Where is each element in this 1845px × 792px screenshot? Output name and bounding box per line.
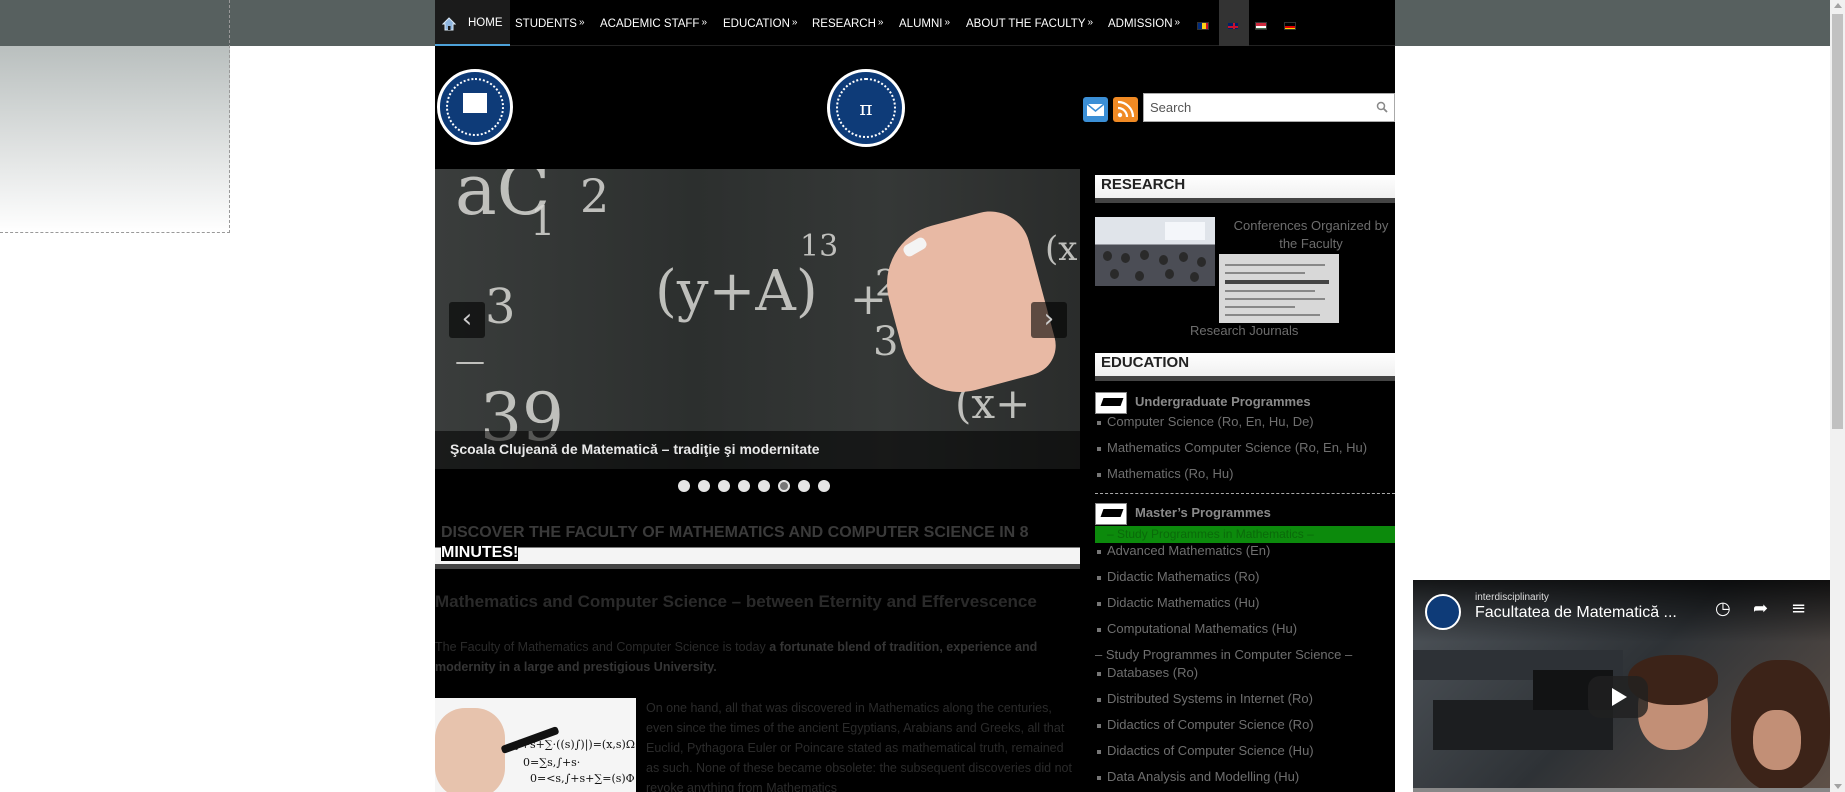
rss-icon[interactable] xyxy=(1113,97,1138,122)
nav-item-alumni[interactable]: ALUMNI» xyxy=(899,17,950,30)
slider-next-button[interactable]: › xyxy=(1031,302,1067,338)
search-input[interactable] xyxy=(1144,94,1359,121)
slide-caption[interactable]: Şcoala Clujeană de Matematică – tradiţie… xyxy=(450,441,820,457)
graduation-cap-icon xyxy=(1095,503,1127,525)
pi-symbol-icon: π xyxy=(859,96,873,120)
discover-heading[interactable]: DISCOVER THE FACULTY OF MATHEMATICS AND … xyxy=(441,523,1061,563)
article-paragraph-2: On one hand, all that was discovered in … xyxy=(646,701,1072,792)
slider-dot[interactable] xyxy=(738,480,750,492)
flag-de-icon[interactable] xyxy=(1284,22,1296,30)
nav-item-students[interactable]: STUDENTS» xyxy=(515,17,585,30)
slider-pagination xyxy=(678,479,838,492)
masters-math-subheading: – Study Programmes in Mathematics – xyxy=(1107,527,1314,541)
slider-prev-button[interactable]: ‹ xyxy=(449,302,485,338)
article-paragraph-1: The Faculty of Mathematics and Computer … xyxy=(435,640,1038,674)
scrollbar-thumb[interactable] xyxy=(1832,14,1843,429)
graduation-cap-icon xyxy=(1095,392,1127,414)
research-heading: RESEARCH xyxy=(1101,176,1186,193)
flag-hu-icon[interactable] xyxy=(1255,22,1267,30)
chevron-right-icon: » xyxy=(1174,17,1181,28)
play-button[interactable] xyxy=(1588,676,1648,718)
channel-logo[interactable] xyxy=(1425,594,1461,630)
education-heading: EDUCATION xyxy=(1101,354,1190,371)
scroll-up-arrow-icon[interactable] xyxy=(1834,3,1842,8)
slider-dot[interactable] xyxy=(678,480,690,492)
divider xyxy=(1095,493,1395,494)
link-research-journals[interactable]: Research Journals xyxy=(1190,323,1298,338)
masters-highlight-bar: – Study Programmes in Mathematics – xyxy=(1095,526,1395,543)
home-icon xyxy=(442,17,456,31)
nav-item-research[interactable]: RESEARCH» xyxy=(812,17,883,30)
chevron-right-icon: » xyxy=(791,17,798,28)
nav-label-home: HOME xyxy=(468,17,503,29)
research-widget: Conferences Organized by the Faculty Res… xyxy=(1095,208,1395,338)
link-conferences[interactable]: Conferences Organized by the Faculty xyxy=(1227,217,1395,253)
masters-item[interactable]: Computational Mathematics (Hu) xyxy=(1096,621,1297,636)
discover-heading-bar: DISCOVER THE FACULTY OF MATHEMATICS AND … xyxy=(435,520,1080,569)
page-container: HOME STUDENTS» ACADEMIC STAFF» EDUCATION… xyxy=(435,0,1395,792)
flag-ro-icon[interactable] xyxy=(1197,22,1209,30)
chevron-right-icon: » xyxy=(578,17,585,28)
article-image: ∫+s+∑·((s)∫)|)=(x,s)Ω 0=∑s,∫+s· 0=<s,∫+s… xyxy=(435,698,636,792)
masters-item[interactable]: Advanced Mathematics (En) xyxy=(1096,543,1270,558)
masters-item[interactable]: Didactic Mathematics (Hu) xyxy=(1096,595,1259,610)
video-title[interactable]: Facultatea de Matematică ... xyxy=(1475,604,1677,622)
share-icon[interactable]: ➦ xyxy=(1753,598,1768,619)
flag-en-icon[interactable] xyxy=(1227,22,1239,30)
faculty-logo[interactable]: π xyxy=(827,69,905,147)
conference-thumbnail[interactable] xyxy=(1095,217,1215,286)
scroll-down-arrow-icon[interactable] xyxy=(1834,784,1842,789)
video-progress-bar[interactable] xyxy=(1413,788,1830,792)
nav-item-home[interactable]: HOME xyxy=(435,0,510,46)
main-navigation: HOME STUDENTS» ACADEMIC STAFF» EDUCATION… xyxy=(435,0,1395,46)
undergraduate-heading[interactable]: Undergraduate Programmes xyxy=(1135,394,1311,409)
masters-heading[interactable]: Master’s Programmes xyxy=(1135,505,1271,520)
page-scrollbar[interactable] xyxy=(1830,0,1845,792)
slider-dot[interactable] xyxy=(798,480,810,492)
journal-thumbnail[interactable] xyxy=(1219,254,1339,323)
book-icon xyxy=(462,92,488,114)
chevron-right-icon: » xyxy=(1087,17,1094,28)
education-heading-bar: EDUCATION xyxy=(1095,353,1395,381)
dashed-placeholder-box xyxy=(0,0,230,233)
video-channel: interdisciplinarity xyxy=(1475,592,1549,603)
article-title: Mathematics and Computer Science – betwe… xyxy=(435,592,1037,611)
nav-item-admission[interactable]: ADMISSION» xyxy=(1108,17,1180,30)
clock-icon[interactable]: ◷ xyxy=(1715,598,1731,619)
cs-programmes-subheading: – Study Programmes in Computer Science – xyxy=(1095,647,1353,662)
masters-item[interactable]: Distributed Systems in Internet (Ro) xyxy=(1097,691,1313,706)
nav-item-about-the-faculty[interactable]: ABOUT THE FACULTY» xyxy=(966,17,1093,30)
search-icon[interactable] xyxy=(1376,101,1388,113)
masters-item[interactable]: Didactic Mathematics (Ro) xyxy=(1096,569,1259,584)
nav-item-academic-staff[interactable]: ACADEMIC STAFF» xyxy=(600,17,707,30)
play-icon xyxy=(1612,688,1627,706)
masters-item[interactable]: Data Analysis and Modelling (Hu) xyxy=(1096,769,1299,784)
video-player[interactable]: interdisciplinarity Facultatea de Matema… xyxy=(1413,580,1830,792)
chevron-right-icon: » xyxy=(944,17,951,28)
undergrad-item[interactable]: Mathematics Computer Science (Ro, En, Hu… xyxy=(1096,440,1367,455)
slider-dot[interactable] xyxy=(758,480,770,492)
chevron-right-icon: » xyxy=(701,17,708,28)
university-logo[interactable] xyxy=(437,69,513,145)
nav-item-education[interactable]: EDUCATION» xyxy=(723,17,797,30)
playlist-icon[interactable]: ≡ xyxy=(1791,598,1806,619)
image-slider[interactable]: aC 1 3 — 39 (y+A) 13 + 2 3 2 (x+ (x+ ‹ ›… xyxy=(435,169,1080,469)
masters-item[interactable]: Didactics of Computer Science (Ro) xyxy=(1097,717,1314,732)
slider-dot[interactable] xyxy=(818,480,830,492)
slider-dot[interactable] xyxy=(778,480,790,492)
research-heading-bar: RESEARCH xyxy=(1095,175,1395,203)
slide-caption-bar: Şcoala Clujeană de Matematică – tradiţie… xyxy=(435,431,1080,469)
search-box xyxy=(1143,93,1395,122)
masters-item[interactable]: Databases (Ro) xyxy=(1096,665,1198,680)
masters-item[interactable]: Didactics of Computer Science (Hu) xyxy=(1097,743,1314,758)
slider-dot[interactable] xyxy=(698,480,710,492)
undergrad-item[interactable]: Computer Science (Ro, En, Hu, De) xyxy=(1097,414,1314,429)
undergrad-item[interactable]: Mathematics (Ro, Hu) xyxy=(1096,466,1233,481)
slider-dot[interactable] xyxy=(718,480,730,492)
email-icon[interactable] xyxy=(1083,97,1108,122)
chevron-right-icon: » xyxy=(877,17,884,28)
